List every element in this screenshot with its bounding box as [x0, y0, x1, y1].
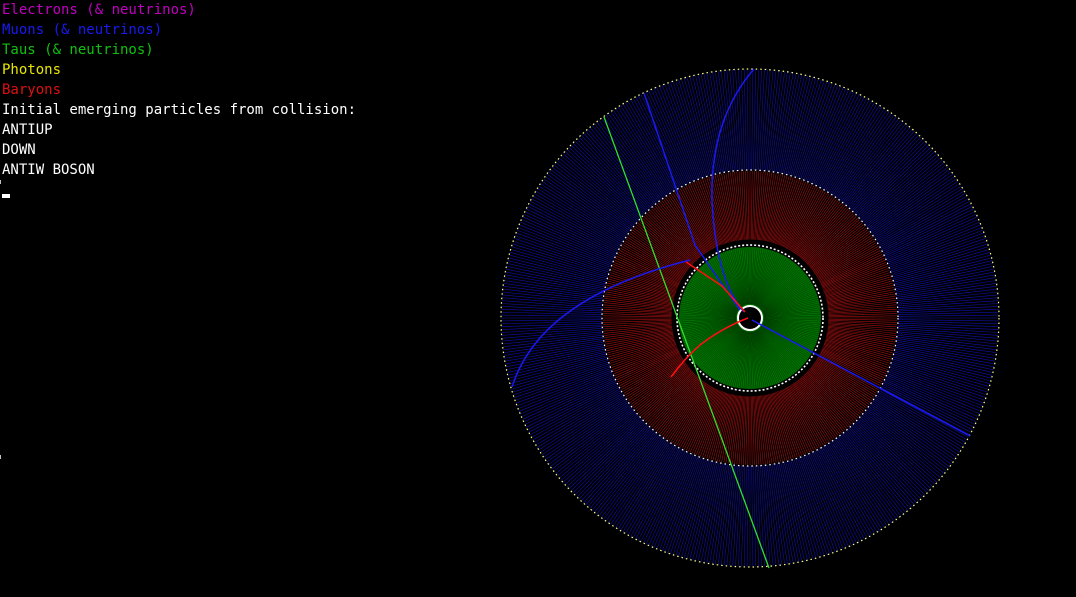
detector-view — [500, 68, 1000, 569]
console-window: Electrons (& neutrinos) Muons (& neutrin… — [0, 0, 1076, 597]
